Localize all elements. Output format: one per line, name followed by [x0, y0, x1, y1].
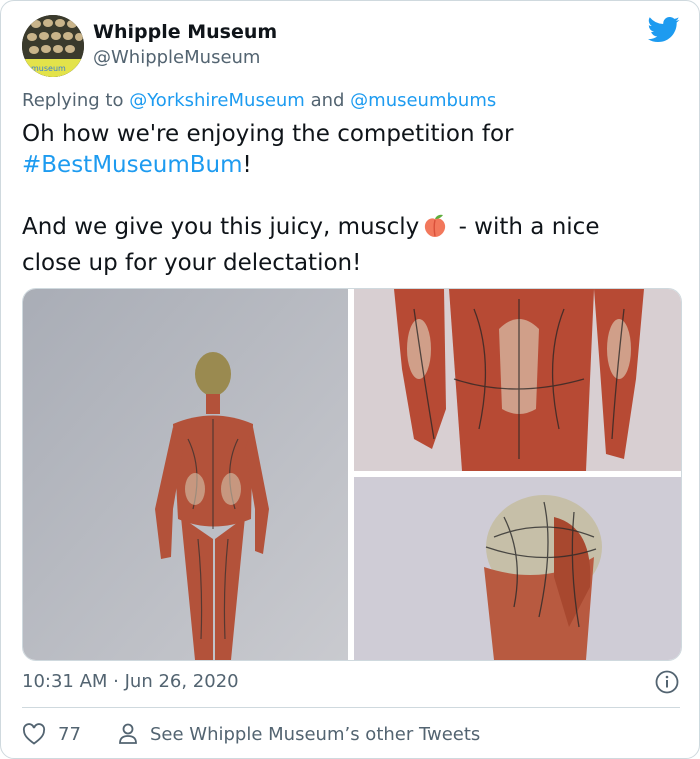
user-handle[interactable]: @WhippleMuseum	[93, 47, 260, 68]
tweet-line-3-end: - with a nice	[451, 214, 600, 240]
twitter-bird-icon[interactable]	[648, 16, 680, 44]
tweet-line-3: And we give you this juicy, muscly - wit…	[22, 212, 682, 248]
info-icon[interactable]	[655, 670, 679, 694]
tweet-card: museum Whipple Museum @WhippleMuseum Rep…	[0, 0, 700, 759]
divider	[22, 707, 680, 708]
see-other-tweets-label: See Whipple Museum’s other Tweets	[150, 723, 481, 745]
media-grid	[22, 288, 682, 661]
tweet-timestamp[interactable]: 10:31 AM · Jun 26, 2020	[22, 671, 239, 692]
avatar-badge-text: museum	[31, 64, 66, 73]
person-icon	[119, 723, 137, 744]
see-other-tweets-link[interactable]: See Whipple Museum’s other Tweets	[118, 721, 480, 747]
reply-context: Replying to @YorkshireMuseum and @museum…	[22, 90, 496, 111]
photo-back-closeup[interactable]	[354, 289, 681, 471]
reply-prefix: Replying to	[22, 90, 130, 111]
reply-and: and	[304, 90, 351, 111]
heart-icon	[22, 723, 46, 745]
like-button[interactable]: 77	[22, 721, 81, 747]
tweet-line-3-start: And we give you this juicy, muscly	[22, 214, 420, 240]
photo-full-figure[interactable]	[23, 289, 348, 660]
exclamation: !	[242, 152, 252, 178]
photo-head-closeup[interactable]	[354, 477, 681, 660]
tweet-text: Oh how we're enjoying the competition fo…	[22, 119, 682, 279]
tweet-line-1: Oh how we're enjoying the competition fo…	[22, 121, 514, 147]
avatar-image: museum	[22, 15, 84, 77]
hashtag-link[interactable]: #BestMuseumBum	[22, 152, 243, 178]
peach-emoji	[422, 213, 448, 248]
tweet-line-2: #BestMuseumBum!	[22, 150, 682, 181]
display-name[interactable]: Whipple Museum	[93, 21, 277, 43]
mention-museumbums[interactable]: @museumbums	[350, 90, 496, 111]
mention-yorkshiremuseum[interactable]: @YorkshireMuseum	[129, 90, 305, 111]
like-count: 77	[58, 723, 81, 745]
avatar[interactable]: museum	[22, 15, 84, 77]
tweet-line-4: close up for your delectation!	[22, 250, 362, 276]
